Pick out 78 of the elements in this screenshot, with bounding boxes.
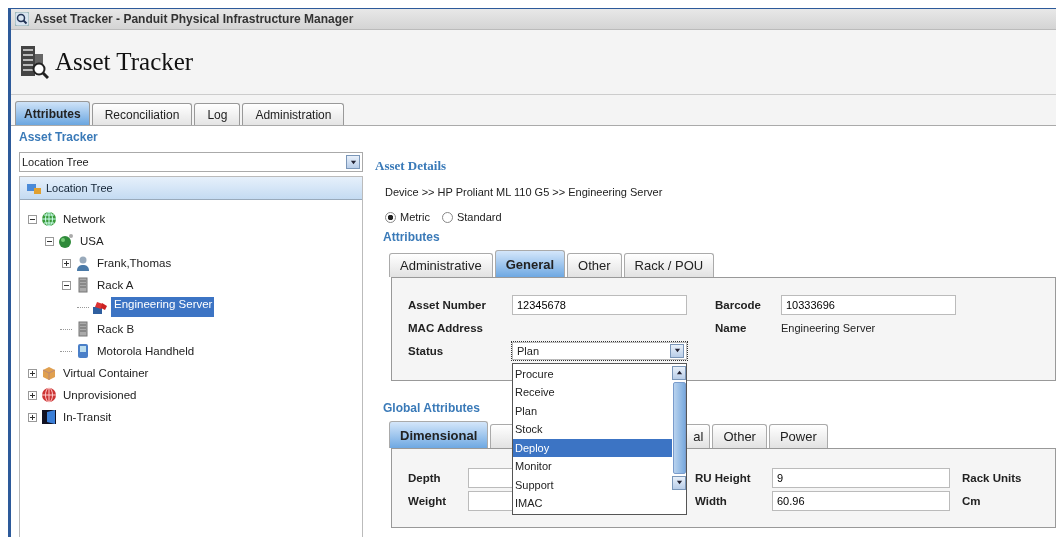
section-title: Asset Details <box>375 158 447 174</box>
app-title: Asset Tracker <box>55 48 194 77</box>
input-field[interactable]: 60.96 <box>772 490 950 511</box>
collapse-toggle[interactable] <box>26 214 38 224</box>
field-label: Weight <box>408 494 448 507</box>
tree-item[interactable]: Unprovisioned <box>60 388 140 402</box>
breadcrumb: Device >> HP Proliant ML 110 G5 >> Engineering Server <box>385 186 664 198</box>
section-title: Global Attributes <box>383 401 480 415</box>
dropdown-option[interactable]: IMAC <box>513 494 672 513</box>
tree-item[interactable]: Frank,Thomas <box>94 256 175 270</box>
globe-icon <box>58 233 74 249</box>
field-label: Width <box>695 494 728 507</box>
tab[interactable]: Log <box>194 103 241 125</box>
expand-toggle[interactable] <box>26 368 38 378</box>
server-icon <box>92 299 108 315</box>
field-label: Depth <box>408 471 442 484</box>
handheld-icon <box>75 343 91 359</box>
radio-button[interactable]: Metric <box>385 211 430 223</box>
radio-button[interactable]: Standard <box>441 211 502 223</box>
tab[interactable]: Power <box>768 424 828 448</box>
status-dropdown[interactable]: Plan <box>512 341 687 360</box>
unit-label: Rack Units <box>962 471 1022 484</box>
collapse-toggle[interactable] <box>60 280 72 290</box>
tree-item[interactable]: Virtual Container <box>60 366 152 380</box>
group-title: Asset Tracker <box>19 130 99 144</box>
tab[interactable]: Other <box>712 424 767 448</box>
box-icon <box>41 365 57 381</box>
field-label: Name <box>715 321 748 334</box>
tree-item[interactable]: Engineering Server <box>111 297 215 317</box>
globe-icon <box>41 387 57 403</box>
tab[interactable]: Rack / POU <box>623 253 715 277</box>
scroll-down-icon[interactable] <box>672 475 686 490</box>
field-label: RU Height <box>695 471 752 484</box>
dropdown-option[interactable]: Monitor <box>513 457 672 476</box>
field-label: Asset Number <box>408 298 487 311</box>
dropdown-option[interactable]: Support <box>513 475 672 494</box>
tab[interactable]: Administration <box>242 103 345 125</box>
field-value: Engineering Server <box>781 321 876 334</box>
collapse-toggle[interactable] <box>43 236 55 246</box>
tab[interactable]: Attributes <box>15 101 90 125</box>
field-label: Barcode <box>715 298 763 311</box>
section-title: Attributes <box>383 230 440 244</box>
rack-icon <box>75 321 91 337</box>
door-icon <box>41 409 57 425</box>
globe-icon <box>41 211 57 227</box>
unit-label: Cm <box>962 494 981 507</box>
building-search-icon <box>19 43 49 82</box>
rack-icon <box>75 277 91 293</box>
dropdown-option[interactable]: Deploy <box>513 438 672 457</box>
input-field[interactable]: 12345678 <box>512 294 687 315</box>
tree-header-label: Location Tree <box>46 182 113 194</box>
dropdown-option[interactable]: Receive <box>513 383 672 402</box>
tab[interactable]: Other <box>567 253 622 277</box>
tab[interactable]: Reconciliation <box>91 103 193 125</box>
dropdown-option[interactable]: Plan <box>513 401 672 420</box>
window-title: Asset Tracker - Panduit Physical Infrastructure Manager <box>34 12 354 27</box>
input-field[interactable]: 10333696 <box>781 294 956 315</box>
tree-item[interactable]: In-Transit <box>60 410 115 424</box>
person-icon <box>75 255 91 271</box>
tab[interactable]: Dimensional <box>389 421 489 448</box>
dropdown-option[interactable]: Procure <box>513 364 672 383</box>
expand-toggle[interactable] <box>26 390 38 400</box>
field-label: Status <box>408 344 445 357</box>
magnifier-icon <box>15 12 29 27</box>
tab[interactable]: General <box>494 250 566 277</box>
tree-item[interactable]: Motorola Handheld <box>94 344 198 358</box>
tree-item[interactable]: USA <box>77 234 107 248</box>
expand-toggle[interactable] <box>60 258 72 268</box>
scroll-up-icon[interactable] <box>672 365 686 380</box>
tree-item[interactable]: Rack A <box>94 278 137 292</box>
input-field[interactable]: 9 <box>772 467 950 488</box>
field-label: MAC Address <box>408 321 484 334</box>
tree-item[interactable]: Network <box>60 212 109 226</box>
dropdown-option[interactable]: Stock <box>513 420 672 439</box>
tree-item[interactable]: Rack B <box>94 322 138 336</box>
tab[interactable]: Administrative <box>389 253 493 277</box>
expand-toggle[interactable] <box>26 412 38 422</box>
view-dropdown[interactable]: Location Tree <box>19 152 363 172</box>
